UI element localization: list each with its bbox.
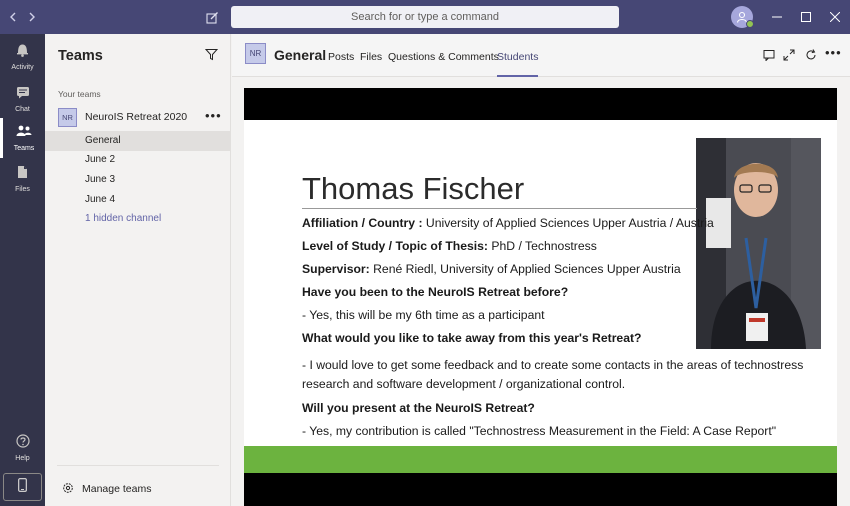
rail-item-help[interactable]: Help: [0, 428, 45, 468]
panel-divider: [57, 465, 219, 466]
search-input[interactable]: Search for or type a command: [231, 6, 619, 28]
section-label: Your teams: [58, 89, 101, 99]
rail-label-chat: Chat: [15, 105, 30, 113]
affiliation-label: Affiliation / Country :: [302, 216, 423, 230]
more-options-icon[interactable]: •••: [205, 108, 222, 123]
channel-general[interactable]: General: [45, 131, 231, 151]
phone-icon: [18, 477, 27, 497]
back-chevron-icon[interactable]: [4, 0, 22, 34]
bell-icon: [16, 43, 29, 62]
channel-june-3[interactable]: June 3: [45, 170, 231, 190]
gear-icon: [62, 482, 74, 497]
level-value: PhD / Technostress: [488, 239, 597, 253]
question-2: What would you like to take away from th…: [302, 331, 642, 345]
answer-3: - Yes, my contribution is called "Techno…: [302, 424, 777, 438]
filter-icon[interactable]: [204, 48, 219, 66]
tab-students[interactable]: Students: [497, 51, 539, 77]
tab-files[interactable]: Files: [360, 51, 382, 77]
conversation-icon[interactable]: [763, 48, 775, 66]
team-avatar: NR: [245, 43, 266, 64]
minimize-icon[interactable]: [768, 0, 786, 34]
question-1: Have you been to the NeuroIS Retreat bef…: [302, 285, 569, 299]
mobile-device-button[interactable]: [3, 473, 42, 501]
affiliation-value: University of Applied Sciences Upper Aus…: [422, 216, 714, 230]
channel-title: General: [274, 47, 327, 63]
manage-teams-button[interactable]: Manage teams: [62, 481, 151, 497]
files-icon: [17, 165, 28, 184]
team-name: NeuroIS Retreat 2020: [85, 111, 188, 123]
hidden-channels-link[interactable]: 1 hidden channel: [45, 209, 231, 229]
slide-bottom-bar: [244, 473, 837, 506]
rail-item-files[interactable]: Files: [0, 159, 45, 199]
team-item[interactable]: NR NeuroIS Retreat 2020 •••: [45, 106, 231, 128]
app-rail: Activity Chat Teams Files Help: [0, 34, 45, 506]
compose-icon[interactable]: [202, 0, 222, 34]
rail-label-teams: Teams: [13, 144, 35, 152]
name-divider: [302, 208, 697, 209]
supervisor-line: Supervisor: René Riedl, University of Ap…: [302, 262, 681, 276]
tab-content: Thomas Fischer Affiliation / Country : U…: [232, 77, 850, 506]
tab-questions-comments[interactable]: Questions & Comments: [388, 51, 499, 77]
title-bar: Search for or type a command: [0, 0, 850, 34]
slide-accent-bar: [244, 446, 837, 473]
slide-top-bar: [244, 88, 837, 120]
close-icon[interactable]: [826, 0, 844, 34]
student-profile-slide: Thomas Fischer Affiliation / Country : U…: [244, 88, 837, 506]
rail-item-chat[interactable]: Chat: [0, 79, 45, 119]
question-3: Will you present at the NeuroIS Retreat?: [302, 401, 535, 415]
profile-photo: [696, 138, 821, 349]
team-avatar: NR: [58, 108, 77, 127]
presence-status-icon: [746, 20, 754, 28]
affiliation-line: Affiliation / Country : University of Ap…: [302, 216, 714, 230]
answer-1: - Yes, this will be my 6th time as a par…: [302, 308, 545, 322]
supervisor-value: René Riedl, University of Applied Scienc…: [369, 262, 681, 276]
answer-2: - I would love to get some feedback and …: [302, 358, 804, 391]
channel-june-4[interactable]: June 4: [45, 190, 231, 210]
rail-item-activity[interactable]: Activity: [0, 37, 45, 77]
tab-posts[interactable]: Posts: [328, 51, 354, 77]
channel-header: NR General Posts Files Questions & Comme…: [232, 34, 850, 77]
channel-june-2[interactable]: June 2: [45, 150, 231, 170]
more-options-icon[interactable]: •••: [825, 45, 842, 60]
teams-panel: Teams Your teams NR NeuroIS Retreat 2020…: [45, 34, 231, 506]
supervisor-label: Supervisor:: [302, 262, 370, 276]
rail-label-files: Files: [15, 186, 30, 193]
chat-icon: [16, 86, 30, 104]
forward-chevron-icon[interactable]: [23, 0, 41, 34]
teams-icon: [16, 125, 32, 143]
rail-label-help: Help: [15, 455, 30, 462]
help-icon: [15, 434, 30, 453]
panel-title: Teams: [58, 48, 103, 64]
student-name: Thomas Fischer: [302, 171, 525, 206]
rail-label-activity: Activity: [11, 64, 34, 71]
expand-icon[interactable]: [783, 48, 795, 66]
maximize-icon[interactable]: [797, 0, 815, 34]
manage-teams-label: Manage teams: [82, 483, 152, 495]
refresh-icon[interactable]: [805, 48, 817, 66]
level-label: Level of Study / Topic of Thesis:: [302, 239, 488, 253]
level-line: Level of Study / Topic of Thesis: PhD / …: [302, 239, 597, 253]
rail-item-teams[interactable]: Teams: [0, 118, 45, 158]
